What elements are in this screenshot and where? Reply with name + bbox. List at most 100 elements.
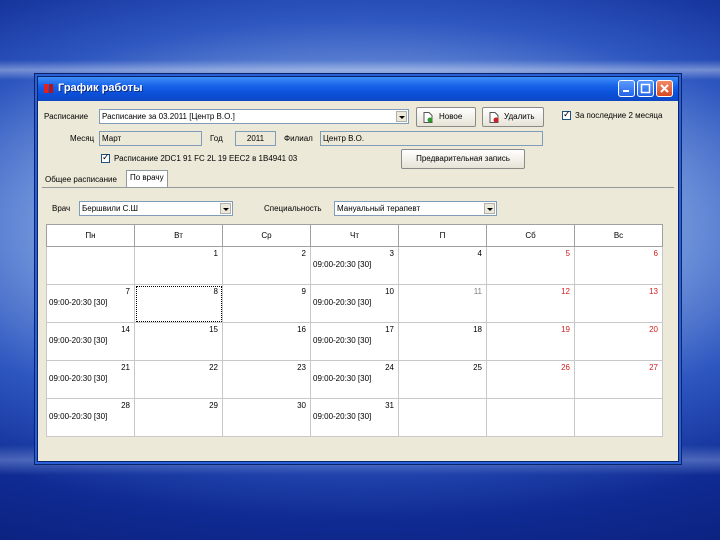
preliminary-booking-button[interactable]: Предварительная запись xyxy=(401,149,525,169)
calendar-week-row: 21 09:00-20:30 [30] 22 23 24 09:00-20:30 [30]… xyxy=(46,360,663,399)
calendar-day-cell[interactable]: 16 xyxy=(222,322,311,361)
calendar-week-row: 28 09:00-20:30 [30] 29 30 31 09:00-20:30 [30] xyxy=(46,398,663,437)
calendar-day-cell[interactable]: 31 09:00-20:30 [30] xyxy=(310,398,399,437)
calendar-day-cell[interactable]: 8 xyxy=(134,284,223,323)
weekday-header: Пн xyxy=(46,224,135,247)
day-number: 7 xyxy=(125,287,130,296)
delete-document-icon xyxy=(489,112,499,123)
calendar-day-cell[interactable]: 18 xyxy=(398,322,487,361)
calendar-day-cell[interactable]: 12 xyxy=(486,284,575,323)
calendar-day-cell[interactable]: 28 09:00-20:30 [30] xyxy=(46,398,135,437)
day-number: 6 xyxy=(653,249,658,258)
calendar-header-row: Пн Вт Ср Чт П Сб Вс xyxy=(46,224,663,247)
day-number: 10 xyxy=(385,287,394,296)
calendar-day-cell[interactable]: 25 xyxy=(398,360,487,399)
specialty-select[interactable]: Мануальный терапевт xyxy=(334,201,497,216)
day-number: 17 xyxy=(385,325,394,334)
calendar-day-cell[interactable]: 9 xyxy=(222,284,311,323)
calendar-day-cell[interactable]: 19 xyxy=(486,322,575,361)
schedule-value: Расписание за 03.2011 [Центр В.О.] xyxy=(102,112,235,121)
title-bar[interactable]: График работы xyxy=(38,77,678,101)
chevron-down-icon[interactable] xyxy=(396,111,407,122)
day-number: 22 xyxy=(209,363,218,372)
calendar-day-cell[interactable]: 22 xyxy=(134,360,223,399)
weekday-header: Вс xyxy=(574,224,663,247)
calendar-day-cell[interactable]: 27 xyxy=(574,360,663,399)
calendar-day-cell[interactable] xyxy=(574,398,663,437)
branch-field[interactable]: Центр В.О. xyxy=(320,131,543,146)
tab-by-doctor[interactable]: По врачу xyxy=(126,170,168,188)
calendar-day-cell[interactable]: 15 xyxy=(134,322,223,361)
day-number: 13 xyxy=(649,287,658,296)
shift-hours: 09:00-20:30 [30] xyxy=(313,412,372,421)
weekday-header: Сб xyxy=(486,224,575,247)
shift-hours: 09:00-20:30 [30] xyxy=(313,260,372,269)
day-number: 25 xyxy=(473,363,482,372)
chevron-down-icon[interactable] xyxy=(484,203,495,214)
close-icon xyxy=(660,84,669,93)
day-number: 28 xyxy=(121,401,130,410)
calendar-day-cell[interactable]: 1 xyxy=(134,246,223,285)
calendar-day-cell[interactable]: 23 xyxy=(222,360,311,399)
schedule-window: График работы Расписание Расписание за 0… xyxy=(37,76,679,462)
calendar-day-cell[interactable]: 21 09:00-20:30 [30] xyxy=(46,360,135,399)
calendar-grid: Пн Вт Ср Чт П Сб Вс 1 2 3 09:00-20:30 [30] 4… xyxy=(46,224,663,437)
new-document-icon xyxy=(423,112,433,123)
minimize-button[interactable] xyxy=(618,80,635,97)
last-two-months-checkbox[interactable] xyxy=(562,109,571,121)
calendar-day-cell[interactable]: 14 09:00-20:30 [30] xyxy=(46,322,135,361)
close-button[interactable] xyxy=(656,80,673,97)
calendar-day-cell[interactable]: 2 xyxy=(222,246,311,285)
month-field[interactable]: Март xyxy=(99,131,202,146)
weekday-header: П xyxy=(398,224,487,247)
doctor-select[interactable]: Бершвили С.Ш xyxy=(79,201,233,216)
day-number: 27 xyxy=(649,363,658,372)
new-button-label: Новое xyxy=(439,112,463,121)
day-number: 24 xyxy=(385,363,394,372)
calendar-day-cell[interactable]: 17 09:00-20:30 [30] xyxy=(310,322,399,361)
tab-general-schedule[interactable]: Общее расписание xyxy=(42,173,120,187)
calendar-week-row: 7 09:00-20:30 [30] 8 9 10 09:00-20:30 [30] 11 1… xyxy=(46,284,663,323)
schedule-select[interactable]: Расписание за 03.2011 [Центр В.О.] xyxy=(99,109,409,124)
calendar-day-cell[interactable] xyxy=(46,246,135,285)
day-number: 19 xyxy=(561,325,570,334)
calendar-day-cell[interactable]: 13 xyxy=(574,284,663,323)
weekday-header: Вт xyxy=(134,224,223,247)
maximize-button[interactable] xyxy=(637,80,654,97)
calendar-day-cell[interactable]: 4 xyxy=(398,246,487,285)
last-two-months-label: За последние 2 месяца xyxy=(575,111,663,120)
doctor-label: Врач xyxy=(52,204,71,213)
delete-button[interactable]: Удалить xyxy=(482,107,544,127)
specialty-label: Специальность xyxy=(264,204,322,213)
calendar-day-cell[interactable]: 30 xyxy=(222,398,311,437)
calendar-day-cell[interactable]: 5 xyxy=(486,246,575,285)
day-number: 18 xyxy=(473,325,482,334)
calendar-day-cell[interactable]: 6 xyxy=(574,246,663,285)
schedule-checkbox[interactable] xyxy=(101,152,110,164)
day-number: 9 xyxy=(301,287,306,296)
shift-hours: 09:00-20:30 [30] xyxy=(49,374,108,383)
specialty-value: Мануальный терапевт xyxy=(337,204,421,213)
calendar-day-cell[interactable]: 20 xyxy=(574,322,663,361)
minimize-icon xyxy=(623,90,629,92)
year-field[interactable]: 2011 xyxy=(235,131,276,146)
day-number: 30 xyxy=(297,401,306,410)
new-button[interactable]: Новое xyxy=(416,107,476,127)
calendar-day-cell[interactable]: 26 xyxy=(486,360,575,399)
calendar-day-cell[interactable]: 11 xyxy=(398,284,487,323)
calendar-day-cell[interactable]: 3 09:00-20:30 [30] xyxy=(310,246,399,285)
day-number: 1 xyxy=(213,249,218,258)
calendar-day-cell[interactable]: 24 09:00-20:30 [30] xyxy=(310,360,399,399)
calendar-day-cell[interactable]: 29 xyxy=(134,398,223,437)
shift-hours: 09:00-20:30 [30] xyxy=(313,298,372,307)
calendar-day-cell[interactable] xyxy=(398,398,487,437)
app-icon xyxy=(44,84,53,93)
day-number: 26 xyxy=(561,363,570,372)
calendar-day-cell[interactable]: 10 09:00-20:30 [30] xyxy=(310,284,399,323)
chevron-down-icon[interactable] xyxy=(220,203,231,214)
calendar-day-cell[interactable]: 7 09:00-20:30 [30] xyxy=(46,284,135,323)
calendar-day-cell[interactable] xyxy=(486,398,575,437)
shift-hours: 09:00-20:30 [30] xyxy=(313,336,372,345)
shift-hours: 09:00-20:30 [30] xyxy=(49,336,108,345)
day-number: 23 xyxy=(297,363,306,372)
